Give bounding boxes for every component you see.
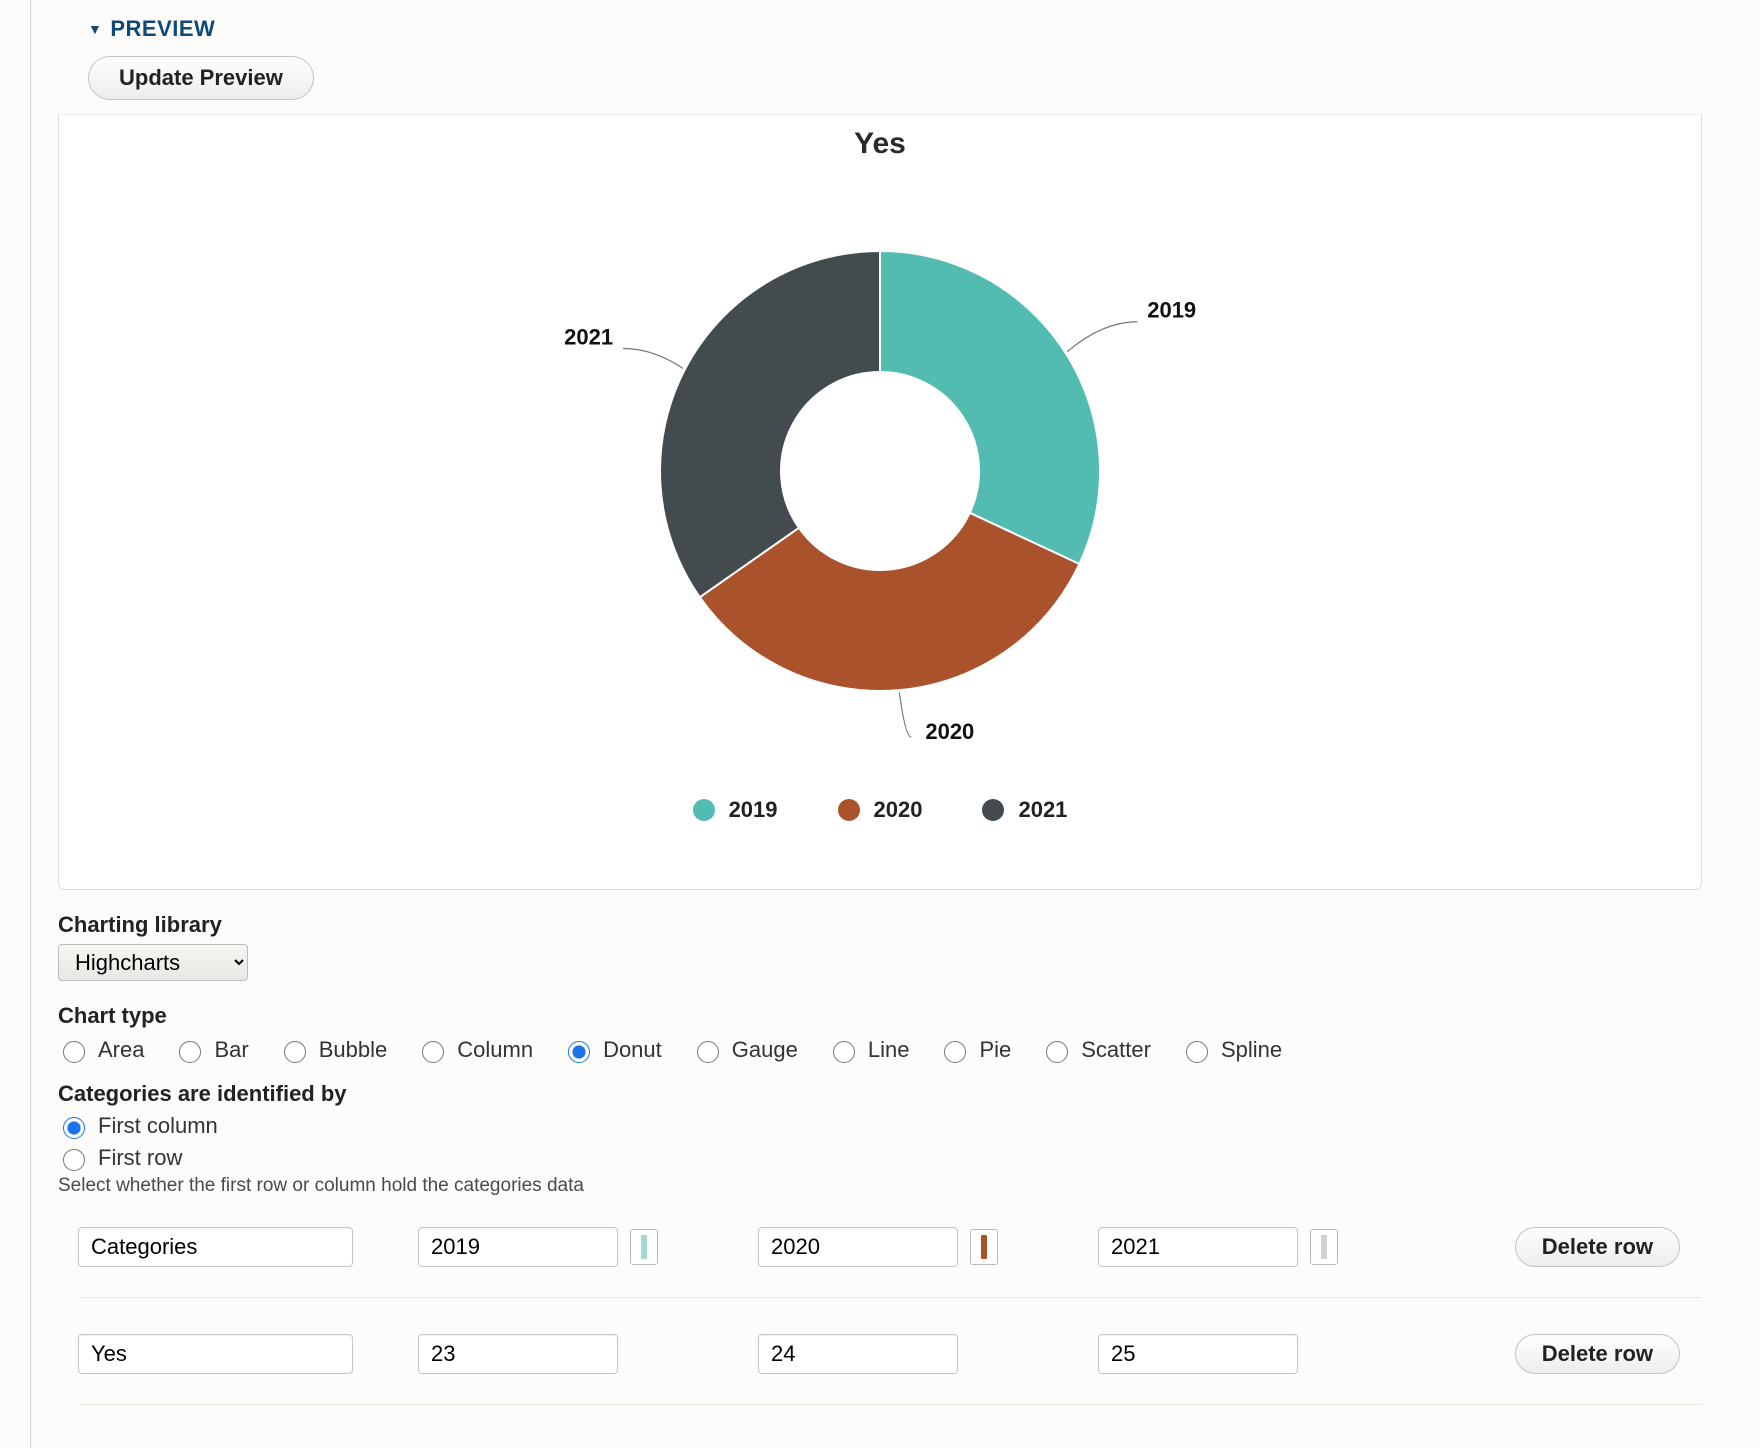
slice-label-2021: 2021: [564, 324, 613, 349]
donut-slice-2019[interactable]: [880, 251, 1100, 564]
category-name-input[interactable]: [1098, 1227, 1298, 1267]
delete-row-button[interactable]: Delete row: [1515, 1334, 1680, 1374]
chart-preview-frame: Yes 2019 2020 2021 2019 2020 2021: [58, 114, 1702, 890]
update-preview-button[interactable]: Update Preview: [88, 56, 314, 100]
legend-swatch: [982, 799, 1004, 821]
chart-type-label: Area: [98, 1037, 144, 1063]
chart-legend: 2019 2020 2021: [77, 797, 1683, 823]
table-row: Delete row: [78, 1334, 1702, 1405]
categories-header-input[interactable]: [78, 1227, 353, 1267]
legend-swatch: [838, 799, 860, 821]
slice-label-2020: 2020: [925, 719, 974, 744]
chart-type-radio-group: Area Bar Bubble Column Donut Gauge Line Pie Scat…: [58, 1037, 1702, 1063]
categories-radio[interactable]: [63, 1117, 85, 1139]
legend-label: 2020: [874, 797, 923, 823]
table-row: Delete row: [78, 1227, 1702, 1298]
leader-line: [899, 692, 911, 737]
categories-option-label: First column: [98, 1113, 218, 1139]
chart-title: Yes: [77, 127, 1683, 161]
leader-line: [623, 348, 683, 368]
chart-type-option-bubble[interactable]: Bubble: [279, 1037, 388, 1063]
chart-type-option-donut[interactable]: Donut: [563, 1037, 662, 1063]
chart-type-option-scatter[interactable]: Scatter: [1041, 1037, 1151, 1063]
chart-type-radio-bubble[interactable]: [284, 1041, 306, 1063]
chart-type-label: Gauge: [732, 1037, 798, 1063]
chart-type-label: Column: [457, 1037, 533, 1063]
chart-type-label: Chart type: [58, 1003, 1702, 1029]
chart-type-radio-spline[interactable]: [1186, 1041, 1208, 1063]
series-color-picker[interactable]: [1310, 1229, 1338, 1265]
chevron-down-icon: ▼: [88, 21, 102, 37]
donut-chart: 2019 2020 2021: [77, 171, 1683, 791]
charting-library-select[interactable]: Highcharts: [58, 944, 248, 981]
charting-library-label: Charting library: [58, 912, 1702, 938]
data-value-input[interactable]: [418, 1334, 618, 1374]
donut-svg: 2019 2020 2021: [430, 201, 1330, 761]
categories-option-first-row[interactable]: First row: [58, 1145, 1702, 1171]
donut-slice-2021[interactable]: [660, 251, 880, 597]
series-name-input[interactable]: [78, 1334, 353, 1374]
color-swatch-icon: [1321, 1235, 1327, 1259]
chart-type-label: Bar: [214, 1037, 248, 1063]
series-color-picker[interactable]: [630, 1229, 658, 1265]
chart-type-label: Scatter: [1081, 1037, 1151, 1063]
legend-item-2021[interactable]: 2021: [982, 797, 1067, 823]
color-swatch-icon: [641, 1235, 647, 1259]
chart-type-label: Donut: [603, 1037, 662, 1063]
categories-option-first-column[interactable]: First column: [58, 1113, 1702, 1139]
leader-line: [1067, 322, 1137, 352]
data-value-input[interactable]: [758, 1334, 958, 1374]
categories-help-text: Select whether the first row or column h…: [58, 1175, 1702, 1197]
categories-option-label: First row: [98, 1145, 182, 1171]
chart-type-option-gauge[interactable]: Gauge: [692, 1037, 798, 1063]
chart-type-label: Pie: [979, 1037, 1011, 1063]
data-table: Delete row Delete row: [78, 1227, 1702, 1405]
chart-type-option-line[interactable]: Line: [828, 1037, 910, 1063]
legend-label: 2019: [729, 797, 778, 823]
legend-item-2019[interactable]: 2019: [693, 797, 778, 823]
categories-radio[interactable]: [63, 1149, 85, 1171]
chart-type-option-area[interactable]: Area: [58, 1037, 144, 1063]
legend-swatch: [693, 799, 715, 821]
preview-section-toggle[interactable]: ▼ PREVIEW: [88, 16, 1702, 42]
category-name-input[interactable]: [758, 1227, 958, 1267]
chart-type-radio-area[interactable]: [63, 1041, 85, 1063]
chart-type-radio-column[interactable]: [422, 1041, 444, 1063]
preview-section-label: PREVIEW: [110, 16, 215, 42]
left-border: [30, 0, 31, 1448]
slice-label-2019: 2019: [1147, 298, 1196, 323]
chart-type-label: Bubble: [319, 1037, 388, 1063]
legend-label: 2021: [1018, 797, 1067, 823]
color-swatch-icon: [981, 1235, 987, 1259]
chart-type-option-pie[interactable]: Pie: [939, 1037, 1011, 1063]
chart-type-option-spline[interactable]: Spline: [1181, 1037, 1282, 1063]
data-value-input[interactable]: [1098, 1334, 1298, 1374]
delete-row-button[interactable]: Delete row: [1515, 1227, 1680, 1267]
chart-type-radio-gauge[interactable]: [697, 1041, 719, 1063]
series-color-picker[interactable]: [970, 1229, 998, 1265]
chart-type-option-bar[interactable]: Bar: [174, 1037, 248, 1063]
legend-item-2020[interactable]: 2020: [838, 797, 923, 823]
chart-type-option-column[interactable]: Column: [417, 1037, 533, 1063]
chart-type-label: Spline: [1221, 1037, 1282, 1063]
categories-radio-group: First column First row: [58, 1113, 1702, 1171]
chart-type-label: Line: [868, 1037, 910, 1063]
categories-identified-label: Categories are identified by: [58, 1081, 1702, 1107]
chart-type-radio-bar[interactable]: [179, 1041, 201, 1063]
chart-type-radio-line[interactable]: [833, 1041, 855, 1063]
category-name-input[interactable]: [418, 1227, 618, 1267]
chart-type-radio-pie[interactable]: [944, 1041, 966, 1063]
chart-type-radio-donut[interactable]: [568, 1041, 590, 1063]
chart-type-radio-scatter[interactable]: [1046, 1041, 1068, 1063]
